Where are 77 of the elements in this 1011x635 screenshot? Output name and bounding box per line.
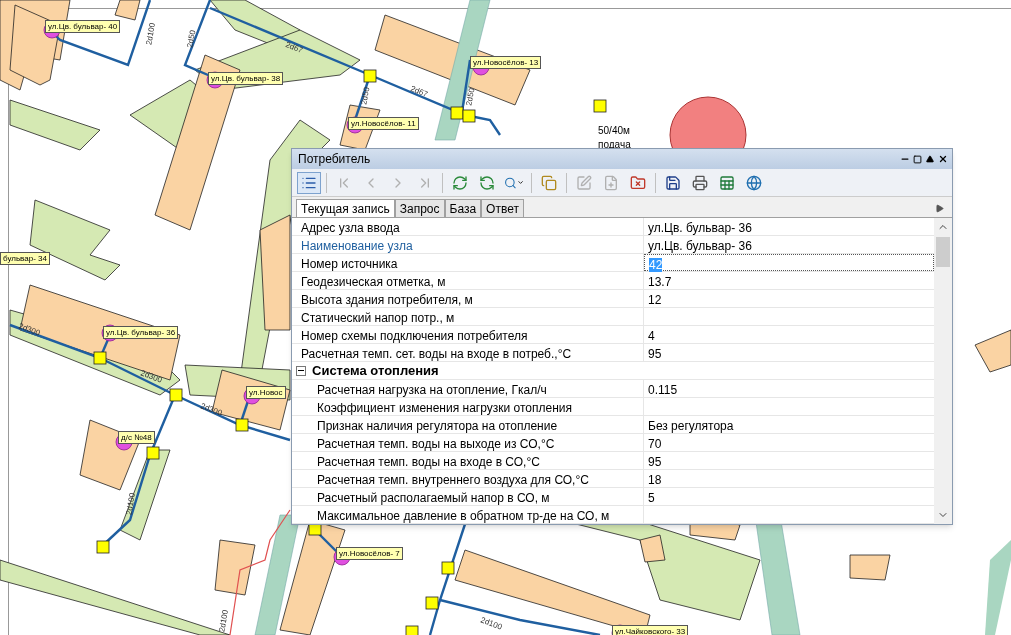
save-icon [665, 174, 681, 191]
property-value[interactable]: 95 [644, 452, 934, 469]
property-label: Наименование узла [292, 236, 644, 253]
pipe-label: 2d50 [465, 87, 477, 107]
pipe-label: 2d50 [360, 86, 372, 106]
node-label: ул.Новосёлов- 13 [470, 56, 542, 69]
property-label: Расчетный располагаемый напор в СО, м [292, 488, 644, 505]
node-label: ул.Новосёлов- 7 [336, 547, 403, 560]
pipe-label: 2d50 [186, 29, 198, 49]
map-note: 50/40м [598, 126, 630, 136]
pipe-label: 2d100 [145, 22, 157, 46]
property-label: Высота здания потребителя, м [292, 290, 644, 307]
property-label: Расчетная нагрузка на отопление, Гкал/ч [292, 380, 644, 397]
toolbar-button[interactable] [297, 171, 321, 194]
delete-folder-icon [630, 174, 646, 191]
caret-icon [516, 178, 524, 187]
property-value[interactable]: ул.Цв. бульвар- 36 [644, 236, 934, 253]
node-label: д/с №48 [118, 431, 155, 444]
refresh-icon [452, 174, 468, 191]
property-value[interactable]: 95 [644, 344, 934, 361]
pipe-label: 2d100 [218, 609, 230, 633]
node-label: ул.Цв. бульвар- 36 [103, 326, 179, 339]
pipe-label: 2d300 [199, 402, 223, 418]
node-label: ул.Новос [246, 386, 286, 399]
pipe-label: 2d100 [125, 492, 137, 516]
window-title: Потребитель [298, 151, 372, 168]
scroll-right-icon[interactable] [935, 204, 944, 213]
spreadsheet-icon [719, 174, 735, 191]
pipe-label: 2d300 [139, 369, 163, 385]
collapse-icon[interactable] [926, 155, 934, 163]
edit-icon [576, 174, 592, 191]
globe-icon [746, 174, 762, 191]
map-note: подача [598, 140, 631, 150]
group-title: Система отопления [312, 361, 439, 380]
property-value[interactable]: 18 [644, 470, 934, 487]
scroll-thumb[interactable] [936, 237, 950, 267]
print-icon [692, 174, 708, 191]
reload-icon [479, 174, 495, 191]
scrollbar[interactable] [934, 218, 952, 524]
node-label: бульвар- 34 [0, 252, 50, 265]
property-value[interactable]: 12 [644, 290, 934, 307]
close-icon[interactable] [938, 154, 948, 164]
pipe-label: 2d67 [409, 84, 429, 100]
property-label: Признак наличия регулятора на отопление [292, 416, 644, 433]
node-label: ул.Новосёлов- 11 [348, 117, 419, 130]
property-value[interactable]: ул.Цв. бульвар- 36 [644, 218, 934, 235]
collapse-icon[interactable] [296, 365, 306, 376]
property-label: Номер схемы подключения потребителя [292, 326, 644, 343]
tab[interactable]: Текущая запись [296, 199, 395, 217]
pipe-label: 2d67 [284, 40, 304, 56]
maximize-icon[interactable] [913, 154, 922, 164]
property-value[interactable]: 70 [644, 434, 934, 451]
property-label: Адрес узла ввода [292, 218, 644, 235]
property-value[interactable]: Без регулятора [644, 416, 934, 433]
tab[interactable]: Ответ [481, 199, 524, 217]
tab[interactable]: Запрос [394, 199, 445, 217]
add-file-icon [603, 174, 619, 191]
property-label: Расчетная темп. воды на выходе из СО,°С [292, 434, 644, 451]
property-label: Статический напор потр., м [292, 308, 644, 325]
property-label: Номер источника [292, 254, 644, 271]
node-label: ул.Чайковского- 33 [612, 625, 689, 635]
property-value[interactable]: 5 [644, 488, 934, 505]
property-label: Расчетная темп. воды на входе в СО,°С [292, 452, 644, 469]
pipe-label: 2d100 [479, 616, 503, 632]
node-label: ул.Цв. бульвар- 38 [208, 72, 284, 85]
property-label: Геодезическая отметка, м [292, 272, 644, 289]
pipe-label: 2d300 [17, 322, 41, 338]
property-label: Расчетная темп. сет. воды на входе в потреб.,°С [292, 344, 644, 361]
property-label: Максимальное давление в обратном тр-де на СО, м [292, 506, 644, 523]
property-value[interactable]: 13.7 [644, 272, 934, 289]
property-value[interactable]: 4 [644, 326, 934, 343]
tab[interactable]: База [444, 199, 482, 217]
property-label: Коэффициент изменения нагрузки отопления [292, 398, 644, 415]
property-label: Расчетная темп. внутреннего воздуха для СО,°С [292, 470, 644, 487]
copy-icon [541, 174, 557, 191]
node-label: ул.Цв. бульвар- 40 [45, 20, 121, 33]
property-value[interactable]: 0.115 [644, 380, 934, 397]
